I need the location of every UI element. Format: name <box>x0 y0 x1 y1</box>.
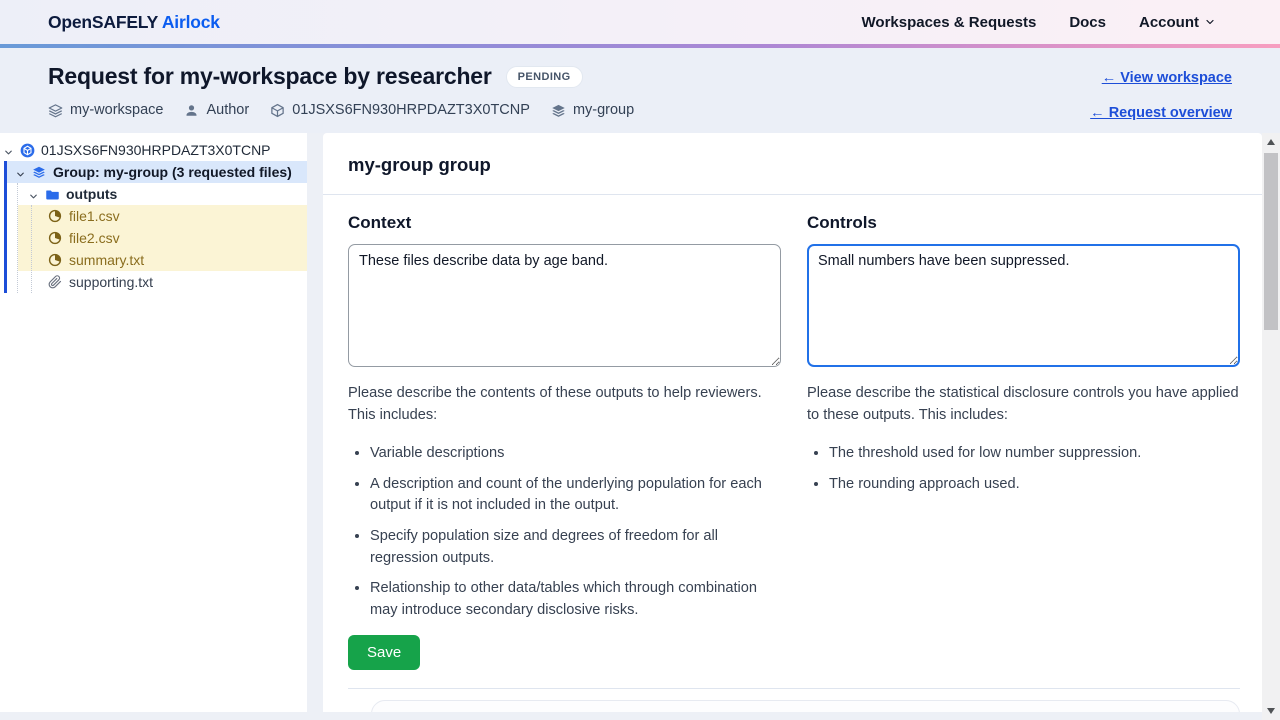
tree-item-supporting-txt[interactable]: supporting.txt <box>0 271 307 293</box>
meta-workspace-label: my-workspace <box>70 102 163 118</box>
chevron-down-icon[interactable] <box>28 189 39 200</box>
tree-item-file2-csv[interactable]: file2.csv <box>18 227 307 249</box>
tree-guide-line <box>17 183 18 293</box>
meta-request-id-label: 01JSXS6FN930HRPDAZT3X0TCNP <box>292 102 530 118</box>
request-header-links: ← View workspace ← Request overview <box>1090 63 1232 133</box>
paperclip-icon <box>48 275 63 290</box>
context-help-item: Relationship to other data/tables which … <box>370 578 781 621</box>
group-panel-title: my-group group <box>323 133 1262 194</box>
scrollbar-thumb[interactable] <box>1264 153 1278 330</box>
meta-request-id: 01JSXS6FN930HRPDAZT3X0TCNP <box>270 102 530 118</box>
folder-icon <box>45 187 60 202</box>
brand-logo[interactable]: OpenSAFELY Airlock <box>48 12 220 33</box>
nav-account-label: Account <box>1139 14 1199 31</box>
brand-secondary: Airlock <box>162 12 220 32</box>
meta-group-label: my-group <box>573 102 634 118</box>
controls-help-list: The threshold used for low number suppre… <box>807 443 1240 495</box>
meta-author: Author <box>184 102 249 118</box>
tree-item-summary-txt[interactable]: summary.txt <box>18 249 307 271</box>
file-tree: 01JSXS6FN930HRPDAZT3X0TCNP Group: my-gro… <box>0 133 307 293</box>
request-header-left: Request for my-workspace by researcher P… <box>48 63 634 133</box>
context-controls-form: Context These files describe data by age… <box>323 195 1262 621</box>
tree-item-label: supporting.txt <box>69 274 153 290</box>
status-badge: PENDING <box>506 66 583 88</box>
cube-badge-icon <box>20 143 35 158</box>
view-workspace-link[interactable]: ← View workspace <box>1102 70 1232 86</box>
chevron-down-icon <box>1204 16 1216 28</box>
controls-help-text: Please describe the statistical disclosu… <box>807 383 1240 426</box>
output-file-icon <box>48 209 63 224</box>
tree-item-label: 01JSXS6FN930HRPDAZT3X0TCNP <box>41 142 271 158</box>
context-help-item: Specify population size and degrees of f… <box>370 526 781 569</box>
controls-heading: Controls <box>807 213 1240 233</box>
controls-help-item: The rounding approach used. <box>829 474 1240 496</box>
meta-group: my-group <box>551 102 634 118</box>
chevron-down-icon[interactable] <box>3 145 14 156</box>
scrollbar[interactable] <box>1262 133 1280 720</box>
controls-column: Controls Small numbers have been suppres… <box>807 213 1240 621</box>
tree-guide-line-selected <box>4 161 7 293</box>
nav-link-workspaces[interactable]: Workspaces & Requests <box>862 14 1037 31</box>
tree-item-label: file2.csv <box>69 230 120 246</box>
chevron-down-icon[interactable] <box>15 167 26 178</box>
scrollbar-up-arrow[interactable] <box>1267 139 1275 145</box>
meta-author-label: Author <box>206 102 249 118</box>
request-meta-row: my-workspace Author 01JSXS6FN930HRPDAZT3… <box>48 102 634 118</box>
layers-icon <box>48 103 63 118</box>
user-icon <box>184 103 199 118</box>
tree-item-label: file1.csv <box>69 208 120 224</box>
tree-guide-line <box>31 205 32 293</box>
meta-workspace: my-workspace <box>48 102 163 118</box>
cube-icon <box>270 103 285 118</box>
tree-item-outputs-folder[interactable]: outputs <box>0 183 307 205</box>
tree-item-label: outputs <box>66 186 117 202</box>
output-file-icon <box>48 231 63 246</box>
context-heading: Context <box>348 213 781 233</box>
next-section-panel <box>371 700 1240 712</box>
request-header: Request for my-workspace by researcher P… <box>0 48 1280 133</box>
context-help-list: Variable descriptions A description and … <box>348 443 781 621</box>
layers-filled-icon <box>551 103 566 118</box>
page-title: Request for my-workspace by researcher <box>48 63 492 90</box>
nav-link-account[interactable]: Account <box>1139 14 1216 31</box>
controls-help-item: The threshold used for low number suppre… <box>829 443 1240 465</box>
context-help-item: Variable descriptions <box>370 443 781 465</box>
layers-filled-icon <box>32 165 47 180</box>
scrollbar-down-arrow[interactable] <box>1267 708 1275 714</box>
controls-textarea[interactable]: Small numbers have been suppressed. <box>807 244 1240 367</box>
context-help-text: Please describe the contents of these ou… <box>348 383 781 426</box>
context-textarea[interactable]: These files describe data by age band. <box>348 244 781 367</box>
context-column: Context These files describe data by age… <box>348 213 781 621</box>
nav-link-docs[interactable]: Docs <box>1069 14 1106 31</box>
tree-item-file1-csv[interactable]: file1.csv <box>18 205 307 227</box>
output-file-icon <box>48 253 63 268</box>
top-navbar: OpenSAFELY Airlock Workspaces & Requests… <box>0 0 1280 44</box>
tree-item-label: summary.txt <box>69 252 144 268</box>
tree-item-group-my-group[interactable]: Group: my-group (3 requested files) <box>7 161 307 183</box>
request-overview-link[interactable]: ← Request overview <box>1090 105 1232 121</box>
file-tree-sidebar: 01JSXS6FN930HRPDAZT3X0TCNP Group: my-gro… <box>0 133 307 712</box>
nav-links: Workspaces & Requests Docs Account <box>862 14 1216 31</box>
save-button[interactable]: Save <box>348 635 420 670</box>
tree-item-label: Group: my-group (3 requested files) <box>53 164 292 180</box>
page-body: 01JSXS6FN930HRPDAZT3X0TCNP Group: my-gro… <box>0 133 1280 720</box>
tree-item-request-root[interactable]: 01JSXS6FN930HRPDAZT3X0TCNP <box>0 139 307 161</box>
context-help-item: A description and count of the underlyin… <box>370 474 781 517</box>
divider <box>348 688 1240 689</box>
group-detail-panel: my-group group Context These files descr… <box>323 133 1262 712</box>
brand-primary: OpenSAFELY <box>48 12 158 32</box>
